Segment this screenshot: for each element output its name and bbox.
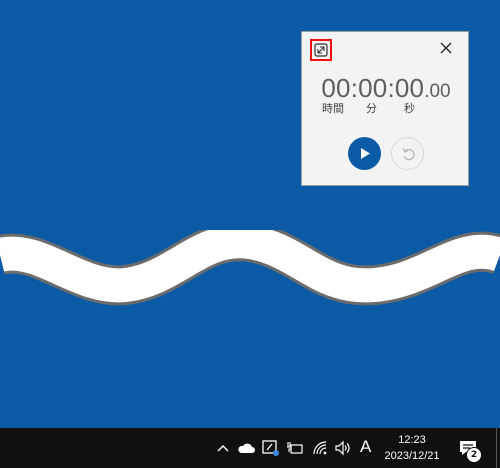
time-fraction: .00 — [424, 81, 451, 102]
volume-tray-button[interactable] — [334, 439, 352, 457]
onedrive-tray-button[interactable] — [237, 439, 255, 457]
show-desktop-button[interactable] — [496, 428, 497, 468]
clock-time: 12:23 — [398, 434, 426, 446]
pen-workspace-icon — [262, 440, 279, 456]
notification-count-badge: 2 — [466, 447, 482, 463]
reset-icon — [401, 147, 415, 160]
wifi-icon — [313, 441, 327, 455]
onedrive-cloud-icon — [238, 443, 255, 453]
chevron-up-icon — [217, 445, 229, 452]
taskbar: A 12:23 2023/12/21 2 — [0, 428, 500, 468]
wallpaper-wave — [0, 230, 500, 306]
expand-button[interactable] — [310, 39, 332, 61]
expand-icon — [314, 43, 328, 57]
start-button[interactable] — [348, 137, 381, 170]
reset-button[interactable] — [391, 137, 424, 170]
label-seconds: 秒 — [404, 102, 415, 115]
battery-plug-icon — [287, 442, 303, 454]
clock-date: 2023/12/21 — [384, 450, 440, 462]
label-hours: 時間 — [322, 102, 344, 115]
show-hidden-icons-button[interactable] — [214, 439, 232, 457]
pen-workspace-tray-button[interactable] — [262, 439, 280, 457]
ime-mode-indicator[interactable]: A — [360, 437, 371, 457]
power-tray-button[interactable] — [286, 439, 304, 457]
time-unit-labels: 時間 分 秒 — [302, 100, 470, 116]
taskbar-clock[interactable]: 12:23 2023/12/21 — [380, 432, 444, 464]
volume-icon — [335, 440, 350, 456]
time-main: 00:00:00 — [321, 73, 425, 103]
network-tray-button[interactable] — [311, 439, 329, 457]
close-icon — [440, 42, 452, 54]
label-minutes: 分 — [366, 102, 377, 115]
stopwatch-mini-window: 00:00:00.00 時間 分 秒 — [301, 31, 469, 186]
play-icon — [360, 148, 370, 159]
close-button[interactable] — [437, 39, 455, 57]
